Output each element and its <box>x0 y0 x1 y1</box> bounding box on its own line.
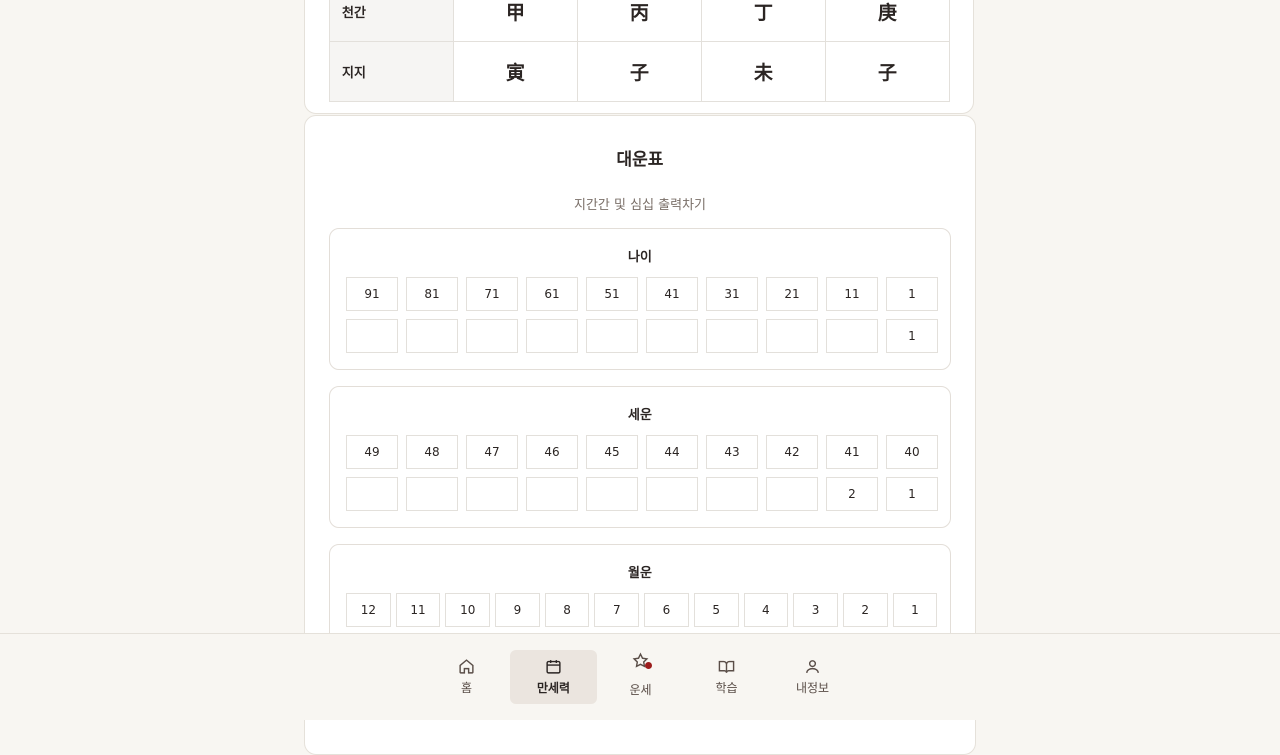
value-cell: 5 <box>693 593 739 627</box>
section-label-seun: 세운 <box>628 408 652 423</box>
value-cell: 4 <box>743 593 789 627</box>
nav-label-profile: 내정보 <box>795 681 830 695</box>
row-header-jiji: 지지 <box>329 41 454 102</box>
table-row: 천간 甲 丙 丁 庚 <box>329 0 950 42</box>
value-cell: 31 <box>706 277 758 311</box>
seun-bottom-row: 21 <box>346 477 938 511</box>
wolun-top-row: 12 11 10 9 8 7 6 5 4 3 2 1 <box>346 593 938 627</box>
value-cell: 43 <box>706 435 758 469</box>
notification-badge <box>645 662 652 669</box>
stem-cell: 庚 <box>825 0 950 42</box>
value-cell: 71 <box>466 277 518 311</box>
value-cell: 49 <box>346 435 398 469</box>
value-cell <box>346 319 398 353</box>
value-cell: 11 <box>826 277 878 311</box>
nav-item-manseryeok[interactable]: 만세력 <box>510 650 597 704</box>
user-icon <box>806 660 819 673</box>
nav-label-study: 학습 <box>715 681 738 695</box>
value-cell: 1 <box>892 593 938 627</box>
home-icon <box>459 659 474 674</box>
value-cell <box>586 319 638 353</box>
value-cell <box>346 477 398 511</box>
value-cell: 91 <box>346 277 398 311</box>
value-cell: 1 <box>886 277 938 311</box>
calendar-icon <box>546 660 561 674</box>
bottom-nav: 홈 만세력 운세 학습 내정보 <box>0 633 1280 720</box>
card-subtitle: 지간간 및 심십 출력차기 <box>574 198 706 213</box>
value-cell: 61 <box>526 277 578 311</box>
value-cell <box>406 319 458 353</box>
value-cell <box>706 319 758 353</box>
value-cell: 41 <box>646 277 698 311</box>
value-cell <box>646 477 698 511</box>
pillars-table: 천간 甲 丙 丁 庚 지지 寅 子 未 子 <box>329 0 950 102</box>
table-row: 지지 寅 子 未 子 <box>329 41 950 102</box>
seun-top-row: 49 48 47 46 45 44 43 42 41 40 <box>346 435 938 469</box>
value-cell: 11 <box>395 593 441 627</box>
value-cell: 41 <box>826 435 878 469</box>
value-cell: 12 <box>346 593 391 627</box>
value-cell: 51 <box>586 277 638 311</box>
value-cell: 40 <box>886 435 938 469</box>
seun-section: 세운 49 48 47 46 45 44 43 42 41 40 21 <box>329 386 951 528</box>
branch-cell: 未 <box>701 41 826 102</box>
stem-cell: 丁 <box>701 0 826 42</box>
value-cell: 45 <box>586 435 638 469</box>
value-cell: 7 <box>594 593 640 627</box>
value-cell <box>706 477 758 511</box>
branch-cell: 寅 <box>453 41 578 102</box>
value-cell: 81 <box>406 277 458 311</box>
value-cell: 42 <box>766 435 818 469</box>
value-cell: 48 <box>406 435 458 469</box>
pillars-card: 천간 甲 丙 丁 庚 지지 寅 子 未 子 <box>304 0 974 114</box>
value-cell: 44 <box>646 435 698 469</box>
card-title: 대운표 <box>616 150 664 170</box>
value-cell <box>466 477 518 511</box>
value-cell <box>646 319 698 353</box>
nav-item-profile[interactable]: 내정보 <box>769 650 856 704</box>
value-cell: 47 <box>466 435 518 469</box>
value-cell: 6 <box>644 593 689 627</box>
value-cell <box>586 477 638 511</box>
nav-item-study[interactable]: 학습 <box>683 650 770 704</box>
branch-cell: 子 <box>825 41 950 102</box>
nav-label-manseryeok: 만세력 <box>536 681 571 695</box>
value-cell <box>466 319 518 353</box>
section-label-wolun: 월운 <box>628 566 652 581</box>
nav-label-home: 홈 <box>460 681 473 695</box>
value-cell: 1 <box>886 319 938 353</box>
row-header-cheongan: 천간 <box>329 0 454 42</box>
value-cell: 2 <box>826 477 878 511</box>
value-cell: 3 <box>793 593 838 627</box>
nav-label-fortune: 운세 <box>629 683 652 697</box>
daeun-top-row: 91 81 71 61 51 41 31 21 11 1 <box>346 277 938 311</box>
value-cell: 1 <box>886 477 938 511</box>
stem-cell: 甲 <box>453 0 578 42</box>
nav-item-fortune[interactable]: 운세 <box>597 648 684 702</box>
value-cell: 21 <box>766 277 818 311</box>
nav-item-home[interactable]: 홈 <box>423 650 510 704</box>
value-cell <box>526 477 578 511</box>
value-cell: 10 <box>445 593 491 627</box>
value-cell <box>766 477 818 511</box>
book-icon <box>718 660 735 674</box>
value-cell: 8 <box>544 593 590 627</box>
stem-cell: 丙 <box>577 0 702 42</box>
daeun-bottom-row: 1 <box>346 319 938 353</box>
value-cell <box>406 477 458 511</box>
branch-cell: 子 <box>577 41 702 102</box>
daeun-section: 나이 91 81 71 61 51 41 31 21 11 1 1 <box>329 228 951 370</box>
section-label-age: 나이 <box>628 250 652 265</box>
value-cell <box>766 319 818 353</box>
value-cell: 9 <box>495 593 540 627</box>
value-cell: 46 <box>526 435 578 469</box>
value-cell: 2 <box>842 593 888 627</box>
value-cell <box>526 319 578 353</box>
value-cell <box>826 319 878 353</box>
